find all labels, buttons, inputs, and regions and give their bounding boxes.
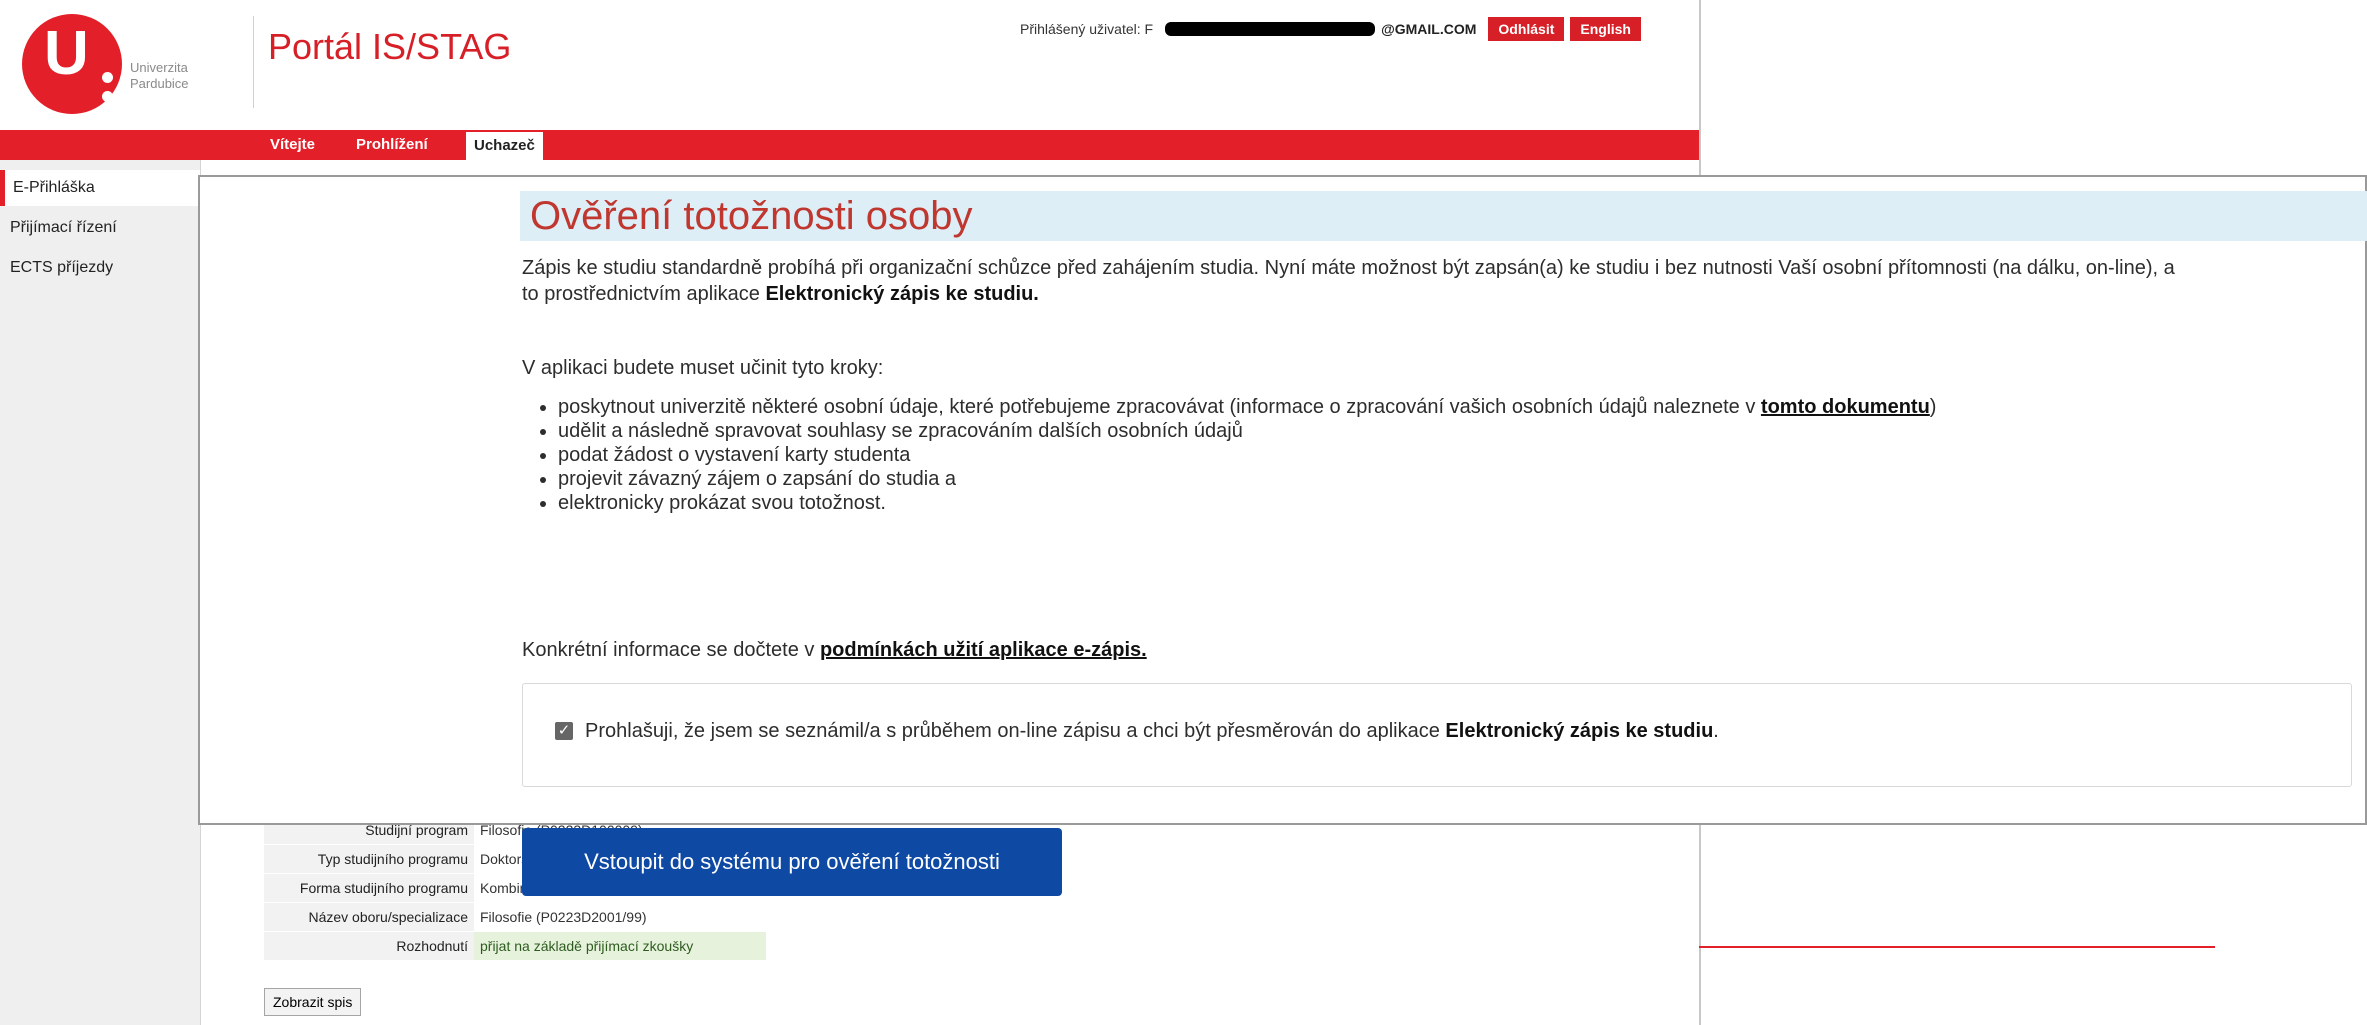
logout-button[interactable]: Odhlásit	[1488, 17, 1565, 41]
show-file-button[interactable]: Zobrazit spis	[264, 988, 362, 1016]
logo-text-line1: Univerzita	[130, 60, 188, 75]
sidebar-item-ects-prijezdy[interactable]: ECTS příjezdy	[0, 250, 200, 286]
tab-vitejte[interactable]: Vítejte	[262, 130, 323, 160]
sidebar-item-prijimaci-rizeni[interactable]: Přijímací řízení	[0, 210, 200, 246]
list-item: poskytnout univerzitě některé osobní úda…	[558, 395, 1936, 419]
decorative-red-line	[1699, 946, 2215, 948]
portal-title: Portál IS/STAG	[268, 26, 512, 67]
step1-suffix: )	[1929, 396, 1937, 418]
list-item: podat žádost o vystavení karty studenta	[558, 443, 1936, 467]
declaration-app-name: Elektronický zápis ke studiu	[1445, 720, 1714, 742]
dialog-body: Zápis ke studiu standardně probíhá při o…	[522, 255, 2367, 896]
declaration-suffix: .	[1713, 720, 1719, 742]
steps-intro: V aplikaci budete muset učinit tyto krok…	[522, 357, 884, 379]
logged-user-label: Přihlášený uživatel: F	[1020, 21, 1154, 37]
list-item: udělit a následně spravovat souhlasy se …	[558, 419, 1936, 443]
row-value: Filosofie (P0223D2001/99)	[474, 902, 766, 932]
tab-uchazec[interactable]: Uchazeč	[466, 132, 543, 160]
conditions-prefix: Konkrétní informace se dočtete v	[522, 639, 820, 661]
row-label: Rozhodnutí	[264, 931, 474, 961]
intro-line1: Zápis ke studiu standardně probíhá při o…	[522, 257, 2175, 279]
row-label: Název oboru/specializace	[264, 902, 474, 932]
row-label: Typ studijního programu	[264, 844, 474, 874]
enter-verification-button[interactable]: Vstoupit do systému pro ověření totožnos…	[522, 828, 1062, 896]
declaration-box: ✓ Prohlašuji, že jsem se seznámil/a s pr…	[522, 683, 2352, 787]
conditions-text: Konkrétní informace se dočtete v podmínk…	[522, 637, 1147, 663]
logo-text: Univerzita Pardubice	[130, 60, 189, 92]
sidebar-item-e-prihlaska[interactable]: E-Přihláška	[0, 170, 200, 206]
decision-value: přijat na základě přijímací zkoušky	[474, 931, 766, 961]
university-logo[interactable]: U Univerzita Pardubice	[22, 14, 252, 114]
intro-line2-prefix: to prostřednictvím aplikace	[522, 283, 766, 305]
step1-text: poskytnout univerzitě některé osobní úda…	[558, 396, 1761, 418]
user-bar: Přihlášený uživatel: F @GMAIL.COM Odhlás…	[1020, 14, 1641, 44]
declaration-prefix: Prohlašuji, že jsem se seznámil/a s průb…	[585, 720, 1446, 742]
steps-list: poskytnout univerzitě některé osobní úda…	[522, 395, 1936, 515]
list-item: projevit závazný zájem o zapsání do stud…	[558, 467, 1936, 491]
portal-header: U Univerzita Pardubice Portál IS/STAG Př…	[0, 0, 1699, 130]
identity-verification-dialog: Ověření totožnosti osoby Zápis ke studiu…	[198, 175, 2367, 896]
declaration-checkbox[interactable]: ✓	[555, 722, 573, 740]
tab-prohlizeni[interactable]: Prohlížení	[348, 130, 436, 160]
document-link[interactable]: tomto dokumentu	[1761, 396, 1930, 418]
redacted-email-bar	[1165, 22, 1376, 36]
intro-app-name: Elektronický zápis ke studiu.	[765, 283, 1039, 305]
table-row: Rozhodnutí přijat na základě přijímací z…	[264, 931, 766, 961]
dialog-title: Ověření totožnosti osoby	[520, 191, 2367, 241]
logged-user-email: @GMAIL.COM	[1381, 21, 1477, 37]
table-row: Název oboru/specializace Filosofie (P022…	[264, 902, 766, 932]
header-divider	[253, 16, 254, 108]
logo-mark-icon: U	[22, 14, 122, 114]
intro-line2: to prostřednictvím aplikace Elektronický…	[522, 281, 2367, 307]
declaration-text[interactable]: Prohlašuji, že jsem se seznámil/a s průb…	[585, 718, 1719, 744]
sidebar: E-Přihláška Přijímací řízení ECTS příjez…	[0, 160, 201, 1025]
logo-text-line2: Pardubice	[130, 76, 189, 91]
main-nav: Vítejte Prohlížení Uchazeč	[0, 130, 1699, 160]
english-button[interactable]: English	[1570, 17, 1641, 41]
row-label: Forma studijního programu	[264, 873, 474, 903]
conditions-link[interactable]: podmínkách užití aplikace e-zápis.	[820, 639, 1147, 661]
list-item: elektronicky prokázat svou totožnost.	[558, 491, 1936, 515]
